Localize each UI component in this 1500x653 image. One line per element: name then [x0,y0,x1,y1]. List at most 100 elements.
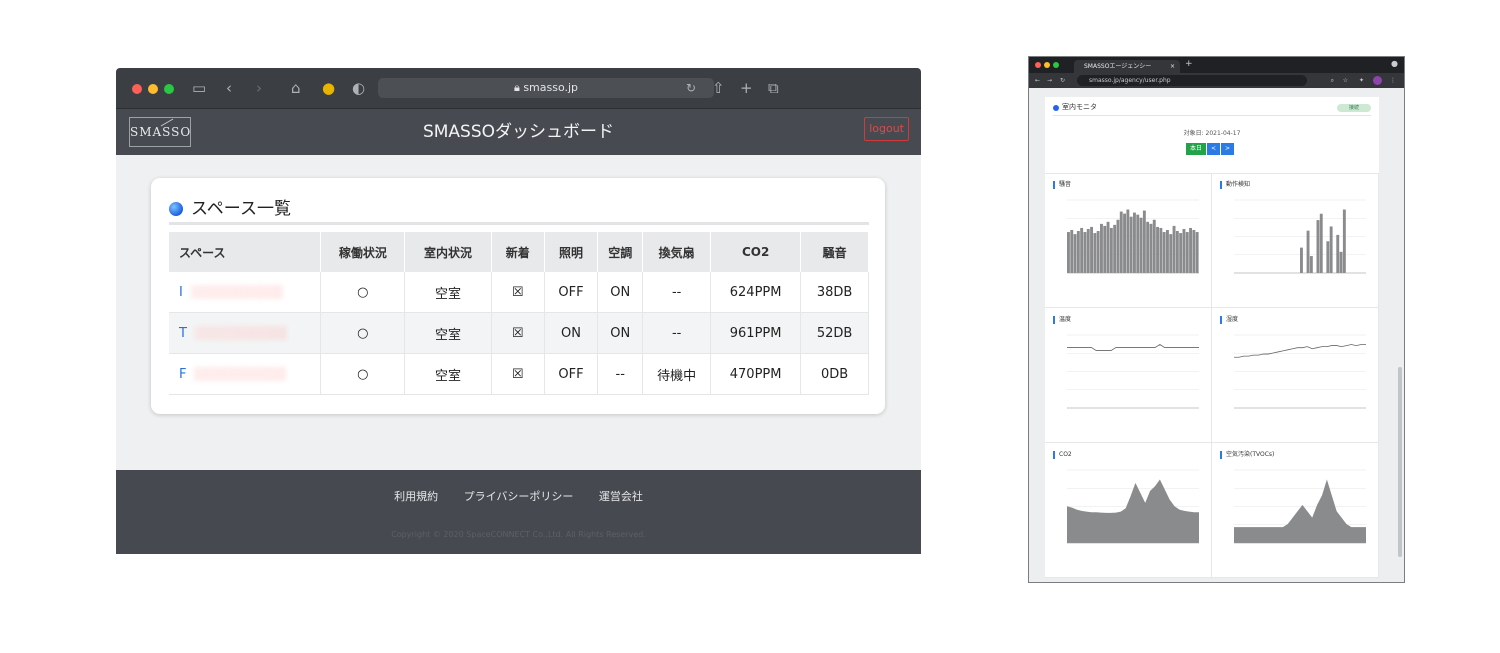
address-bar[interactable]: 🔒︎ smasso.jp [378,78,714,98]
chart-bar [1166,229,1169,273]
chart-label: CO2 [1053,451,1072,459]
next-day-button[interactable]: > [1221,143,1235,155]
close-window-button[interactable] [1035,62,1041,68]
address-bar[interactable]: smasso.jp/agency/user.php [1077,75,1307,86]
back-icon[interactable]: ‹ [226,78,232,98]
co2-cell: 624PPM [710,272,802,313]
new-cell[interactable]: ☒ [491,272,545,313]
chart-bar [1175,231,1179,273]
terms-link[interactable]: 利用規約 [394,490,438,503]
noise-cell: 52DB [800,312,869,354]
motion-chart [1234,199,1366,274]
chart-bar [1093,233,1097,273]
zoom-window-button[interactable] [1053,62,1059,68]
close-window-button[interactable] [132,84,142,94]
new-cell[interactable]: ☒ [491,353,545,395]
extension-icon[interactable]: ● [322,78,335,98]
light-cell: OFF [544,272,599,313]
chart-bar [1169,234,1173,273]
logout-button[interactable]: logout [864,117,909,141]
room-cell: 空室 [404,272,492,313]
temperature-chart [1067,334,1199,409]
noise-cell: 0DB [800,353,869,395]
chart-bar [1073,234,1077,273]
col-co2: CO2 [710,232,802,272]
bookmark-star-icon[interactable]: ☆ [1343,73,1348,88]
forward-icon[interactable]: → [1047,73,1052,88]
table-row: F ○ 空室 ☒ OFF -- 待機中 470PPM 0DB [169,353,869,395]
chart-bar [1339,251,1343,273]
col-new: 新着 [491,232,545,272]
site-navbar: SMASSO SMASSOダッシュボード logout [116,108,921,155]
tvoc-chart [1234,469,1366,544]
search-icon[interactable]: ⌕ [1331,73,1334,88]
new-tab-icon[interactable]: + [1185,59,1193,69]
chart-bar [1076,231,1080,273]
sidebar-icon[interactable]: ▭ [192,78,206,98]
today-button[interactable]: 本日 [1186,143,1207,155]
chart-bar [1139,217,1143,273]
chart-bar [1116,219,1120,273]
chart-bar [1309,256,1313,273]
chart-bar [1123,213,1126,273]
space-link[interactable]: I [169,272,322,313]
co2-cell: 961PPM [710,312,802,354]
back-icon[interactable]: ← [1035,73,1040,88]
chart-bar [1156,226,1159,273]
prev-day-button[interactable]: < [1207,143,1221,155]
noise-chart [1067,199,1199,274]
site-footer: 利用規約 プライバシーポリシー 運営会社 Copyright © 2020 Sp… [116,470,921,554]
privacy-link[interactable]: プライバシーポリシー [464,490,574,503]
home-icon[interactable]: ⌂ [291,78,301,98]
avatar[interactable] [1373,76,1382,85]
chart-line [1234,344,1366,358]
space-link[interactable]: F [169,353,322,395]
chart-bar [1195,232,1199,273]
chart-bar [1086,228,1090,273]
col-light: 照明 [544,232,599,272]
chart-bar [1113,224,1117,273]
chart-label: 空気汚染(TVOCs) [1220,451,1274,459]
reload-icon[interactable]: ↻ [1060,73,1065,88]
space-list-card: スペース一覧 スペース 稼働状況 室内状況 新着 照明 空調 換気扇 CO2 騒… [151,178,885,414]
share-icon[interactable]: ⇧ [712,78,725,98]
close-tab-icon[interactable]: × [1170,60,1175,73]
noise-cell: 38DB [800,272,869,313]
new-tab-icon[interactable]: + [740,78,753,98]
forward-icon[interactable]: › [256,78,262,98]
chart-bar [1319,213,1323,273]
extension-icon[interactable]: ● [1391,59,1398,68]
zoom-window-button[interactable] [164,84,174,94]
reload-icon[interactable]: ↻ [686,78,696,98]
chart-bar [1149,223,1153,273]
chart-bar [1133,212,1136,273]
space-link[interactable]: T [169,312,322,354]
chart-bar [1080,227,1084,273]
co2-cell: 470PPM [710,353,802,395]
browser-tab[interactable]: SMASSOエージェンシー × [1074,60,1180,73]
menu-icon[interactable]: ⋮ [1390,73,1396,88]
col-space: スペース [169,232,322,272]
chart-bar [1119,211,1123,273]
new-cell[interactable]: ☒ [491,312,545,354]
minimize-window-button[interactable] [148,84,158,94]
status-cell: ○ [320,312,406,354]
temperature-chart-panel: 温度 [1045,308,1212,443]
col-ac: 空調 [597,232,644,272]
card-title: スペース一覧 [191,199,291,219]
co2-chart-panel: CO2 [1045,443,1212,578]
fan-cell: -- [642,312,711,354]
company-link[interactable]: 運営会社 [599,490,643,503]
chart-bar [1070,229,1074,273]
bullet-icon [169,202,183,216]
chart-label: 騒音 [1053,181,1071,189]
minimize-window-button[interactable] [1044,62,1050,68]
ac-cell: -- [597,353,644,395]
tabs-overview-icon[interactable]: ⧉ [768,78,779,98]
chart-bar [1109,227,1113,273]
chart-bar [1189,227,1192,273]
chart-bar [1336,234,1340,273]
scrollbar[interactable] [1398,367,1402,557]
privacy-icon[interactable]: ◐ [352,78,365,98]
puzzle-icon[interactable]: ✦ [1359,73,1364,88]
